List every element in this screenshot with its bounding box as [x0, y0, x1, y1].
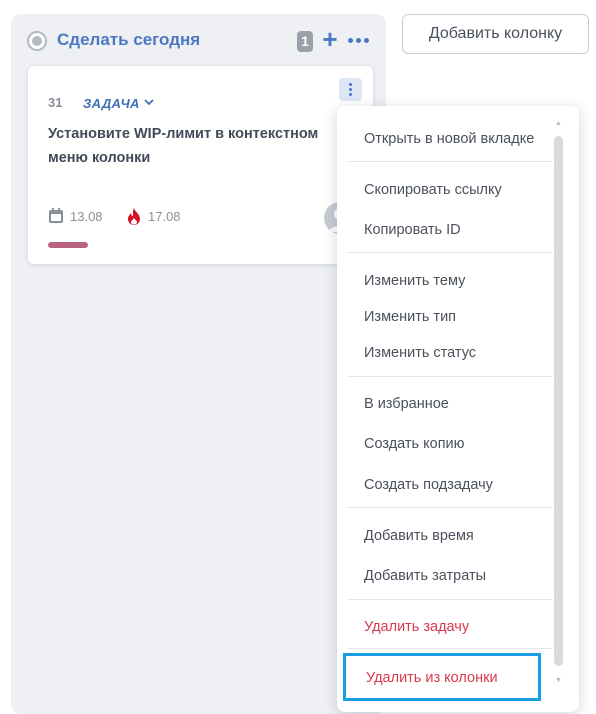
fire-icon	[128, 208, 140, 225]
task-id: 31	[48, 95, 63, 110]
calendar-icon	[49, 208, 63, 223]
task-title[interactable]: Установите WIP-лимит в контекстном меню …	[48, 122, 343, 170]
task-type-dropdown[interactable]: ЗАДАЧА	[83, 96, 154, 111]
task-color-tag	[48, 242, 88, 248]
due-date-value: 17.08	[148, 209, 181, 224]
menu-item-delete-task[interactable]: Удалить задачу	[348, 610, 553, 644]
menu-divider	[348, 376, 553, 377]
menu-item-copy-link[interactable]: Скопировать ссылку	[348, 173, 553, 207]
task-type-label: ЗАДАЧА	[83, 96, 140, 111]
scroll-up-icon[interactable]: ▲	[555, 120, 562, 128]
menu-item-duplicate[interactable]: Создать копию	[348, 427, 553, 461]
menu-item-change-status[interactable]: Изменить статус	[348, 336, 553, 370]
task-card[interactable]: 31 ЗАДАЧА Установите WIP-лимит в контекс…	[28, 66, 373, 264]
column-header: Сделать сегодня 1 +	[11, 14, 386, 70]
menu-item-open-new-tab[interactable]: Открыть в новой вкладке	[348, 122, 553, 156]
menu-divider	[348, 161, 553, 162]
menu-item-create-subtask[interactable]: Создать подзадачу	[348, 468, 553, 502]
add-column-button[interactable]: Добавить колонку	[402, 14, 589, 54]
start-date-value: 13.08	[70, 209, 103, 224]
menu-item-add-expenses[interactable]: Добавить затраты	[348, 559, 553, 593]
menu-divider	[348, 599, 553, 600]
menu-item-change-type[interactable]: Изменить тип	[348, 300, 553, 334]
column-title[interactable]: Сделать сегодня	[57, 30, 200, 50]
menu-item-remove-from-column[interactable]: Удалить из колонки	[343, 653, 541, 701]
menu-item-change-topic[interactable]: Изменить тему	[348, 264, 553, 298]
chevron-down-icon	[144, 99, 154, 106]
column-status-radio[interactable]	[27, 31, 47, 51]
plus-icon[interactable]: +	[319, 26, 341, 52]
column-task-count-badge: 1	[297, 31, 313, 52]
menu-item-add-time[interactable]: Добавить время	[348, 519, 553, 553]
more-horizontal-icon[interactable]	[348, 38, 370, 46]
menu-item-copy-id[interactable]: Копировать ID	[348, 213, 553, 247]
menu-divider	[348, 507, 553, 508]
more-vertical-icon[interactable]	[339, 78, 362, 101]
menu-item-add-to-favorites[interactable]: В избранное	[348, 387, 553, 421]
kanban-column: Сделать сегодня 1 + 31 ЗАДАЧА Установите…	[11, 14, 386, 714]
scroll-down-icon[interactable]: ▼	[555, 677, 562, 685]
menu-scrollbar[interactable]	[554, 136, 563, 666]
menu-divider	[348, 648, 553, 649]
task-context-menu: Открыть в новой вкладке Скопировать ссыл…	[337, 106, 579, 712]
menu-divider	[348, 252, 553, 253]
